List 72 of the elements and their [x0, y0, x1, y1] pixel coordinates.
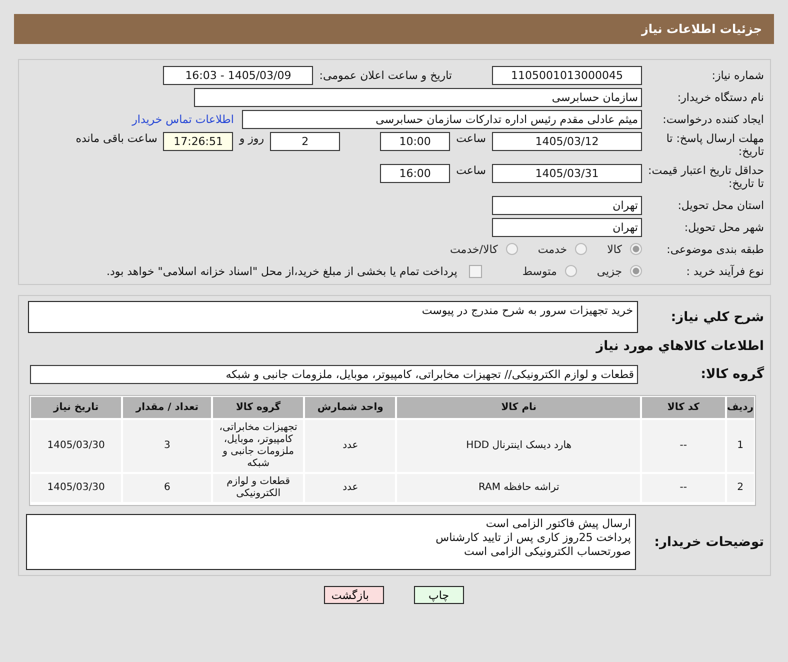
field-label: نام دستگاه خریدار: [676, 90, 764, 104]
deadline-time-field: 10:00 [380, 132, 450, 151]
time-label: ساعت [456, 132, 486, 145]
radio-label: کالا [607, 242, 622, 256]
table-cell: قطعات و لوازم الکترونیکی [213, 474, 304, 502]
table-cell: 3 [123, 420, 212, 472]
table-cell: 1405/03/30 [31, 474, 122, 502]
column-header: تاریخ نیاز [31, 397, 122, 418]
table-cell: عدد [305, 474, 396, 502]
table-cell: 6 [123, 474, 212, 502]
page-title: جزئیات اطلاعات نیاز [641, 22, 762, 36]
remaining-time-field: 17:26:51 [163, 132, 234, 151]
back-button[interactable]: بازگشت [324, 586, 384, 604]
validity-time-field: 16:00 [380, 164, 450, 183]
field-label: شرح کلي نياز: [670, 310, 764, 324]
column-header: نام کالا [397, 397, 640, 418]
print-button[interactable]: چاپ [414, 586, 464, 604]
radio-label: خدمت [538, 242, 568, 256]
field-label: مهلت ارسال پاسخ: تا تاریخ: [665, 132, 764, 158]
section-title: اطلاعات کالاهاي مورد نياز [596, 338, 764, 354]
buyer-contact-link[interactable]: اطلاعات تماس خریدار [132, 112, 234, 126]
field-label: شماره نیاز: [710, 68, 764, 82]
column-header: ردیف [726, 397, 754, 418]
column-header: تعداد / مقدار [123, 397, 212, 418]
radio-button[interactable] [630, 243, 642, 255]
deadline-date-field: 1405/03/12 [492, 132, 642, 151]
table-cell: عدد [305, 420, 396, 472]
radio-button[interactable] [506, 243, 518, 255]
table-cell: 1405/03/30 [31, 420, 122, 472]
province-field: تهران [492, 196, 642, 214]
need-number-field: 1105001013000045 [492, 66, 642, 84]
table-cell: -- [642, 420, 725, 472]
validity-date-field: 1405/03/31 [492, 164, 642, 183]
radio-button[interactable] [564, 265, 577, 277]
checkbox[interactable] [469, 264, 482, 278]
column-header: گروه کالا [213, 397, 304, 418]
days-field: 2 [270, 132, 340, 151]
field-label: طبقه بندی موضوعی: [666, 242, 764, 256]
time-label: ساعت [456, 164, 486, 177]
note-line: پرداخت 25روز کاری پس از تایید کارشناس [434, 531, 631, 545]
radio-label: کالا/خدمت [450, 242, 498, 256]
field-label: شهر محل تحویل: [683, 220, 764, 234]
city-field: تهران [492, 218, 642, 236]
note-line: ارسال پیش فاکتور الزامی است [484, 517, 631, 531]
table-cell: تجهیزات مخابراتی، کامپیوتر، موبایل، ملزومات جانبی و شبکه [213, 420, 304, 472]
radio-button[interactable] [575, 243, 588, 255]
field-label: حداقل تاریخ اعتبار قیمت: تا تاریخ: [647, 164, 764, 190]
days-label: روز و [239, 132, 264, 145]
note-line: صورتحساب الکترونیکی الزامی است [463, 545, 631, 559]
description-field: خرید تجهیزات سرور به شرح مندرج در پیوست [28, 301, 638, 333]
field-label: توضیحات خریدار: [653, 534, 764, 550]
field-label: استان محل تحویل: [676, 198, 764, 212]
radio-button[interactable] [630, 265, 642, 277]
field-label: نوع فرآیند خرید : [685, 264, 764, 278]
field-label: تاریخ و ساعت اعلان عمومی: [319, 68, 452, 82]
table-cell: 1 [726, 420, 754, 472]
column-header: واحد شمارش [305, 397, 396, 418]
column-header: کد کالا [642, 397, 725, 418]
buyer-field: سازمان حسابرسی [194, 88, 642, 106]
table-cell: تراشه حافظه RAM [397, 474, 640, 502]
checkbox-label: پرداخت تمام یا بخشی از مبلغ خرید،از محل "اسناد خزانه اسلامی" خواهد بود. [106, 264, 458, 278]
table-cell: 2 [726, 474, 754, 502]
announce-date-field: 1405/03/09 - 16:03 [163, 66, 314, 84]
radio-label: متوسط [522, 264, 557, 278]
remaining-label: ساعت باقی مانده [76, 132, 158, 145]
goods-group-field: قطعات و لوازم الکترونیکی// تجهیزات مخابراتی، کامپیوتر، موبایل، ملزومات جانبی و شبکه [30, 364, 638, 384]
table-cell: -- [642, 474, 725, 502]
field-label: ایجاد کننده درخواست: [662, 112, 764, 126]
table-cell: هارد دیسک اینترنال HDD [397, 420, 640, 472]
requester-field: میثم عادلی مقدم رئیس اداره تدارکات سازمان حسابرسی [242, 110, 642, 128]
radio-label: جزیی [596, 264, 622, 278]
field-label: گروه کالا: [700, 366, 764, 382]
